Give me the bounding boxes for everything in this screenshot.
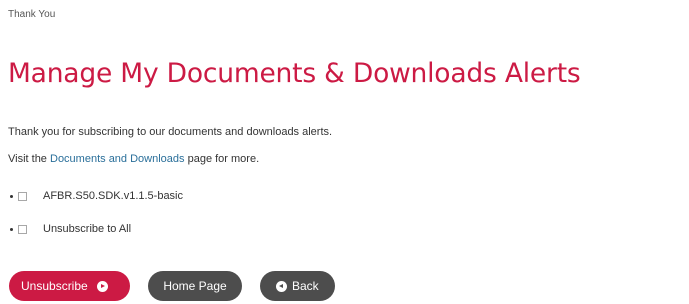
visit-prefix: Visit the (8, 153, 47, 165)
visit-suffix: page for more. (187, 153, 260, 165)
bullet-icon (10, 194, 13, 198)
home-page-button[interactable]: Home Page (148, 271, 242, 301)
subscription-message: Thank you for subscribing to our documen… (8, 126, 333, 138)
action-buttons: Unsubscribe Home Page Back (9, 271, 335, 301)
page-title: Manage My Documents & Downloads Alerts (8, 58, 581, 89)
home-page-label: Home Page (163, 279, 227, 293)
arrow-right-circle-icon (96, 280, 108, 292)
unsubscribe-all-checkbox[interactable] (18, 224, 27, 234)
option-item-unsubscribe-all: Unsubscribe to All (8, 221, 183, 237)
breadcrumb: Thank You (8, 9, 56, 20)
back-label: Back (292, 279, 319, 293)
option-label: Unsubscribe to All (43, 223, 132, 235)
documents-downloads-link[interactable]: Documents and Downloads (50, 153, 185, 165)
visit-line: Visit the Documents and Downloads page f… (8, 153, 259, 165)
alert-options-list: AFBR.S50.SDK.v1.1.5-basic Unsubscribe to… (8, 188, 183, 254)
arrow-left-circle-icon (276, 280, 287, 292)
bullet-icon (10, 227, 13, 231)
back-button[interactable]: Back (260, 271, 335, 301)
unsubscribe-button[interactable]: Unsubscribe (9, 271, 130, 301)
option-label: AFBR.S50.SDK.v1.1.5-basic (43, 190, 184, 202)
sdk-checkbox[interactable] (18, 191, 27, 201)
unsubscribe-label: Unsubscribe (21, 279, 88, 293)
option-item-sdk: AFBR.S50.SDK.v1.1.5-basic (8, 188, 183, 204)
